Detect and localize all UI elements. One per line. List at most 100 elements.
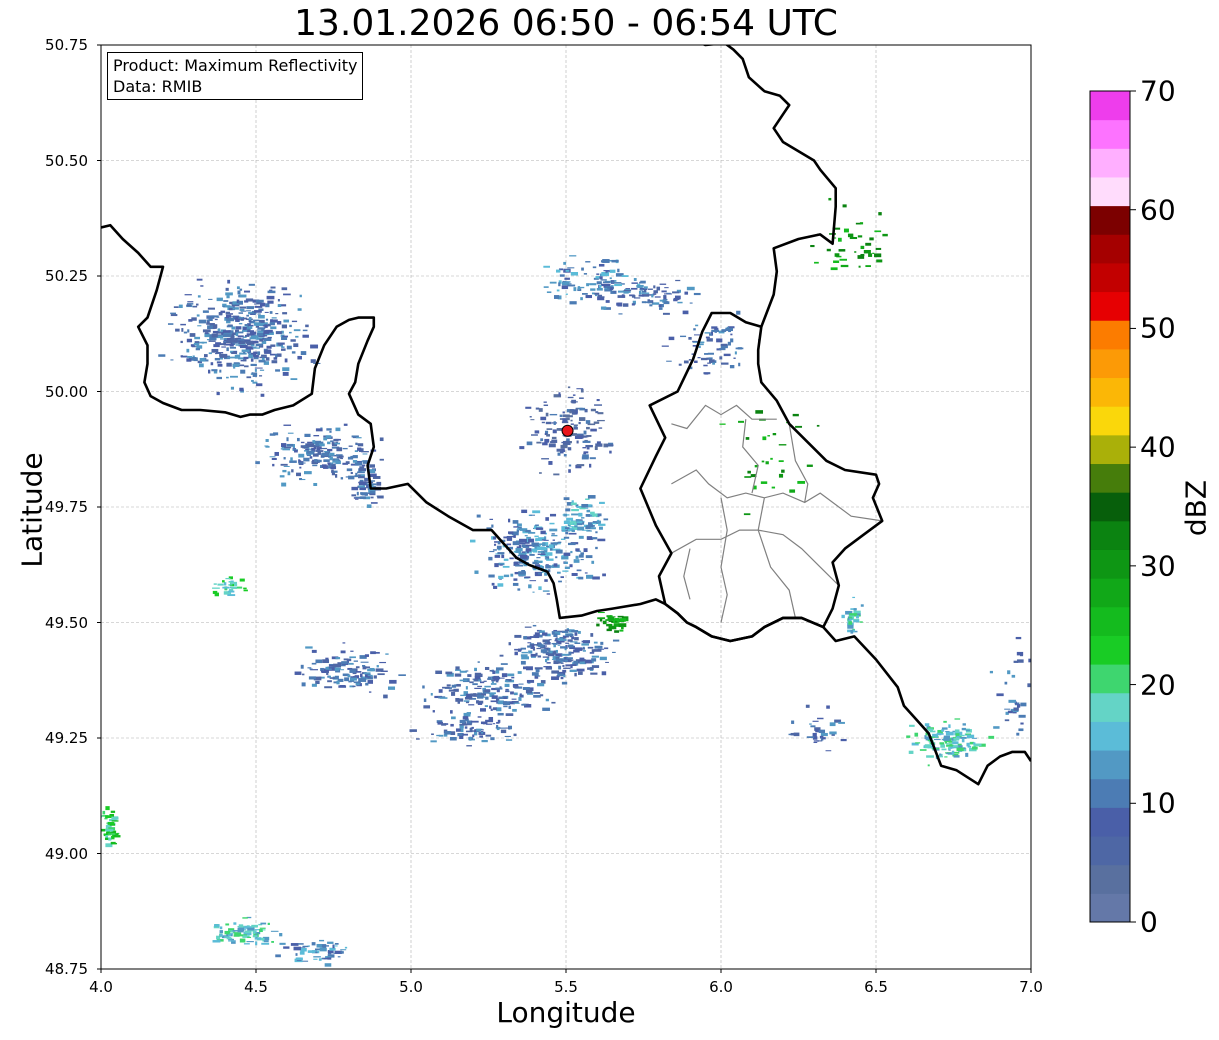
echo-pixel [826, 705, 830, 709]
echo-pixel [208, 352, 212, 355]
echo-pixel [250, 344, 255, 347]
border-nl-border [701, 45, 719, 47]
echo-pixel [267, 290, 276, 294]
echo-pixel [598, 284, 602, 288]
echo-pixel [470, 720, 479, 723]
echo-pixel [560, 444, 568, 449]
echo-pixel [586, 574, 594, 579]
echo-pixel [545, 421, 552, 425]
echo-pixel [536, 647, 541, 650]
echo-pixel [848, 611, 852, 613]
echo-pixel [459, 735, 464, 740]
echo-pixel [959, 734, 965, 737]
echo-pixel [569, 410, 572, 414]
echo-pixel [865, 265, 871, 268]
echo-pixel [253, 372, 258, 377]
echo-pixel [596, 441, 601, 444]
echo-pixel [518, 697, 522, 701]
echo-pixel [525, 689, 533, 694]
echo-pixel [569, 409, 578, 411]
echo-pixel [221, 346, 226, 348]
echo-pixel [585, 420, 591, 424]
echo-pixel [282, 367, 290, 372]
echo-pixel [304, 433, 311, 438]
radar-site-marker [561, 424, 574, 437]
echo-pixel [587, 495, 596, 499]
echo-pixel [336, 680, 340, 685]
echo-pixel [535, 652, 538, 656]
echo-pixel [948, 724, 951, 728]
echo-pixel [237, 930, 244, 933]
echo-pixel [502, 701, 511, 706]
echo-pixel [553, 473, 560, 476]
echo-pixel [490, 700, 498, 703]
echo-pixel [512, 708, 517, 712]
radar-map[interactable] [0, 0, 1219, 1040]
echo-pixel [517, 588, 521, 591]
echo-pixel [638, 294, 645, 297]
echo-pixel [552, 543, 558, 546]
echo-pixel [566, 417, 570, 421]
echo-pixel [344, 677, 350, 682]
echo-pixel [258, 375, 263, 377]
echo-pixel [238, 935, 244, 937]
echo-pixel [536, 538, 542, 541]
echo-pixel [473, 731, 478, 736]
echo-pixel [328, 452, 335, 456]
echo-pixel [318, 443, 325, 447]
echo-pixel [1016, 651, 1024, 656]
echo-pixel [495, 667, 504, 671]
echo-pixel [359, 487, 366, 491]
echo-pixel [194, 336, 201, 340]
echo-pixel [578, 554, 584, 558]
echo-pixel [549, 522, 555, 525]
echo-pixel [537, 682, 545, 687]
echo-pixel [561, 681, 568, 685]
echo-pixel [251, 379, 254, 382]
echo-pixel [944, 756, 948, 758]
x-tick-label: 5.0 [399, 978, 423, 996]
echo-pixel [581, 503, 589, 508]
echo-pixel [744, 476, 752, 478]
echo-pixel [661, 345, 669, 347]
echo-pixel [680, 335, 687, 338]
colorbar-swatch [1090, 463, 1130, 493]
echo-pixel [934, 738, 941, 741]
echo-pixel [259, 369, 265, 371]
echo-pixel [543, 404, 549, 407]
echo-pixel [313, 958, 318, 960]
echo-pixel [533, 692, 541, 694]
echo-pixel [531, 434, 538, 436]
echo-pixel [672, 291, 680, 294]
echo-pixel [551, 533, 555, 535]
echo-pixel [320, 670, 324, 673]
echo-pixel [281, 348, 286, 351]
echo-pixel [720, 343, 728, 346]
echo-pixel [249, 325, 253, 329]
echo-pixel [546, 434, 551, 437]
echo-pixel [545, 641, 548, 644]
echo-pixel [573, 559, 580, 563]
echo-pixel [509, 557, 514, 560]
echo-pixel [228, 307, 233, 311]
echo-pixel [951, 750, 955, 754]
echo-pixel [198, 363, 204, 368]
echo-pixel [562, 659, 568, 661]
echo-pixel [518, 683, 524, 685]
echo-pixel [812, 720, 819, 722]
echo-pixel [239, 308, 245, 311]
echo-pixel [619, 629, 624, 632]
echo-pixel [734, 351, 737, 355]
echo-pixel [778, 473, 784, 478]
echo-pixel [206, 316, 215, 318]
echo-pixel [474, 675, 481, 679]
echo-pixel [364, 477, 369, 482]
echo-pixel [582, 440, 591, 443]
colorbar-swatch [1090, 549, 1130, 579]
echo-pixel [495, 680, 499, 683]
echo-pixel [621, 294, 625, 298]
echo-pixel [254, 367, 263, 369]
echo-pixel [524, 626, 532, 628]
echo-pixel [477, 692, 482, 695]
echo-pixel [738, 362, 741, 367]
